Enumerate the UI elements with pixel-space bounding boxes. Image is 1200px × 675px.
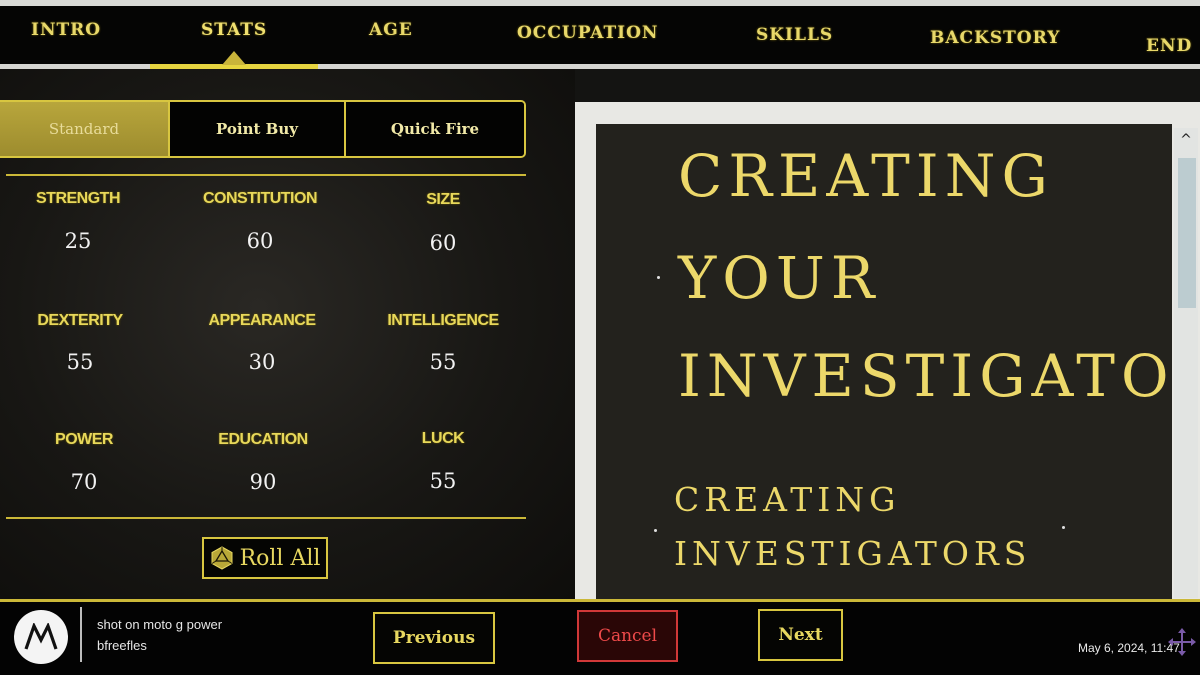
panel-gap xyxy=(575,69,1200,104)
stat-value-dexterity: 55 xyxy=(66,350,94,374)
generation-mode-selector: Standard Point Buy Quick Fire xyxy=(0,100,526,158)
stat-value-intelligence: 55 xyxy=(429,350,457,374)
doc-heading-line-3: INVESTIGATO xyxy=(678,342,1172,410)
mode-point-buy-button[interactable]: Point Buy xyxy=(170,102,346,156)
roll-all-label: Roll All xyxy=(239,545,321,571)
cancel-button[interactable]: Cancel xyxy=(577,610,678,662)
roll-all-button[interactable]: Roll All xyxy=(202,537,328,579)
speck xyxy=(1062,526,1065,529)
stat-label-constitution: CONSTITUTION xyxy=(203,190,318,207)
divider-bottom xyxy=(6,517,526,519)
doc-heading-line-1: CREATING xyxy=(678,142,1054,210)
stat-value-education: 90 xyxy=(249,470,277,494)
scroll-thumb[interactable] xyxy=(1178,158,1196,308)
watermark-user-text: bfreefles xyxy=(97,638,147,653)
doc-subheading-line-1: CREATING xyxy=(674,480,901,519)
nav-tab-stats[interactable]: STATS xyxy=(201,20,267,40)
motorola-logo-icon xyxy=(14,610,68,664)
nav-tab-occupation[interactable]: OCCUPATION xyxy=(517,23,658,43)
nav-tab-end[interactable]: END xyxy=(1146,36,1192,56)
nav-tab-backstory[interactable]: BACKSTORY xyxy=(930,28,1060,48)
stat-value-luck: 55 xyxy=(429,469,457,493)
watermark-device-text: shot on moto g power xyxy=(97,617,223,632)
stat-label-appearance: APPEARANCE xyxy=(208,312,316,329)
move-arrows-icon xyxy=(1168,628,1196,656)
stat-value-constitution: 60 xyxy=(246,229,274,253)
photo-timestamp: May 6, 2024, 11:47 xyxy=(1078,641,1180,655)
stat-label-dexterity: DEXTERITY xyxy=(37,312,123,329)
nav-tab-age[interactable]: AGE xyxy=(369,20,413,40)
doc-heading-line-2: YOUR xyxy=(678,244,881,312)
d20-dice-icon xyxy=(211,546,233,570)
step-nav-bar: INTRO STATS AGE OCCUPATION SKILLS BACKST… xyxy=(0,6,1200,64)
stat-label-intelligence: INTELLIGENCE xyxy=(387,312,499,329)
stat-value-size: 60 xyxy=(429,231,457,255)
stat-label-size: SIZE xyxy=(426,191,460,208)
watermark-separator xyxy=(80,607,82,662)
nav-tab-skills[interactable]: SKILLS xyxy=(756,25,833,45)
stat-label-luck: LUCK xyxy=(421,430,465,447)
stat-value-strength: 25 xyxy=(64,229,92,253)
nav-tab-intro[interactable]: INTRO xyxy=(31,20,101,40)
scroll-up-arrow-icon[interactable]: ^ xyxy=(1174,132,1198,154)
doc-subheading-line-2: INVESTIGATORS xyxy=(674,534,1032,573)
mode-standard-button[interactable]: Standard xyxy=(0,102,170,156)
active-tab-marker-icon xyxy=(222,51,246,65)
document-scrollbar[interactable]: ^ xyxy=(1174,128,1198,598)
next-button[interactable]: Next xyxy=(758,609,843,661)
previous-button[interactable]: Previous xyxy=(373,612,495,664)
stat-label-power: POWER xyxy=(55,431,113,448)
stat-value-appearance: 30 xyxy=(248,350,276,374)
divider-top xyxy=(6,174,526,176)
stat-value-power: 70 xyxy=(70,470,98,494)
stat-label-strength: STRENGTH xyxy=(36,190,121,207)
stat-label-education: EDUCATION xyxy=(218,431,308,448)
mode-quick-fire-button[interactable]: Quick Fire xyxy=(346,102,524,156)
document-page[interactable]: CREATING YOUR INVESTIGATO CREATING INVES… xyxy=(596,124,1172,599)
speck xyxy=(654,529,657,532)
speck xyxy=(657,276,660,279)
